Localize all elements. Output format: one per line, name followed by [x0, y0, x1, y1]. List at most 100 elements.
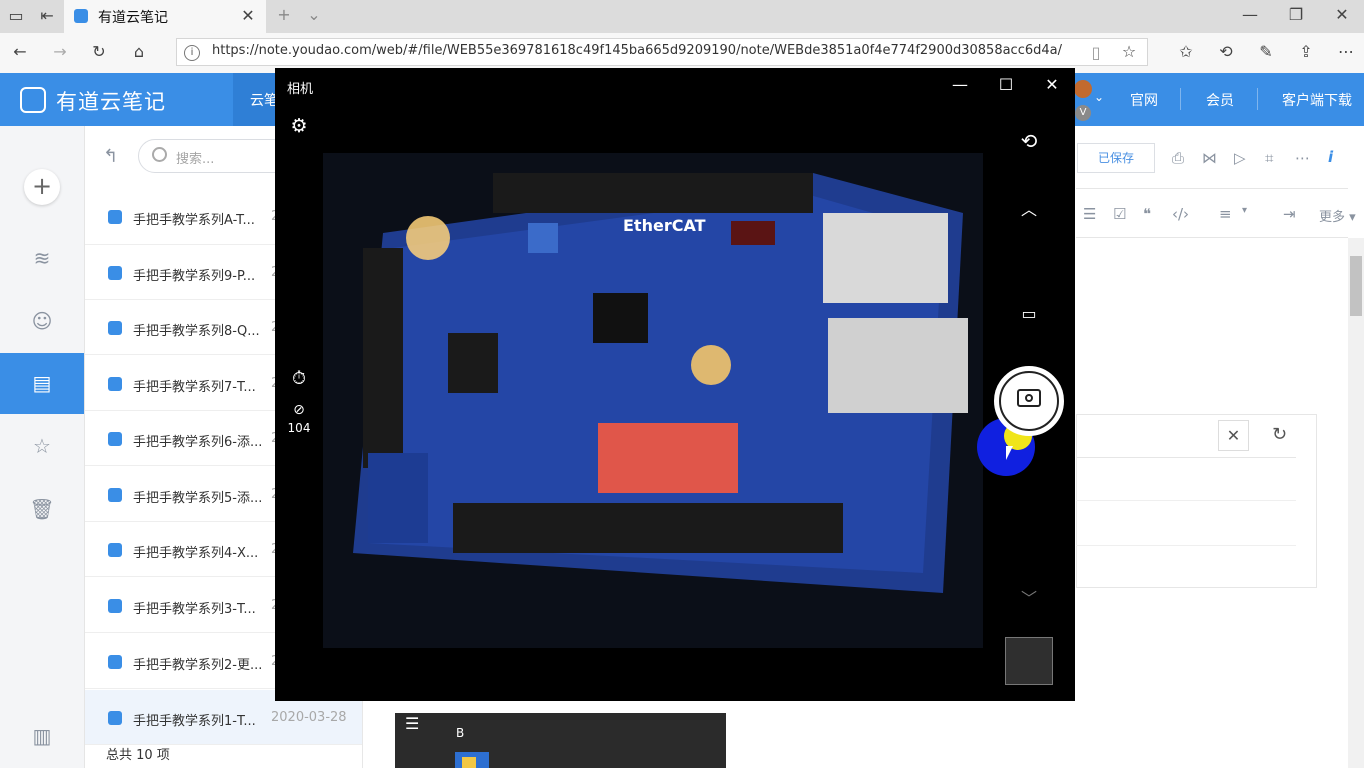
reading-view-icon[interactable]: ▯	[1084, 43, 1108, 62]
divider	[1076, 545, 1296, 546]
checkbox-icon[interactable]: ☑	[1113, 205, 1126, 223]
columns-icon[interactable]: ▥	[0, 724, 84, 748]
minimize-icon[interactable]: —	[948, 75, 972, 94]
timer-value: 104	[287, 421, 311, 435]
divider	[1257, 88, 1258, 110]
note-count: 总共 10 项	[106, 748, 170, 763]
note-icon	[108, 655, 122, 669]
divider	[1076, 457, 1296, 458]
scrollbar-thumb[interactable]	[1350, 256, 1362, 316]
chevron-down-icon[interactable]: ⌄	[1094, 90, 1104, 104]
start-menu-group-letter: B	[456, 726, 465, 740]
back-icon[interactable]: ←	[8, 42, 32, 61]
app-title: 有道云笔记	[56, 90, 166, 114]
home-icon[interactable]: ⌂	[127, 42, 151, 61]
header-link-download[interactable]: 客户端下载	[1282, 90, 1352, 110]
layers-icon[interactable]: ≋	[0, 246, 84, 270]
header-link-official[interactable]: 官网	[1130, 90, 1158, 110]
restore-icon[interactable]: ❐	[1284, 5, 1308, 24]
video-mode-icon[interactable]: ▭	[1017, 304, 1041, 323]
align-icon[interactable]: ≡	[1219, 205, 1232, 223]
camera-title: 相机	[287, 82, 314, 97]
chevron-down-icon[interactable]: ﹀	[1017, 585, 1041, 609]
avatar[interactable]	[1074, 80, 1092, 98]
info-icon[interactable]: i	[1328, 148, 1333, 166]
share-icon[interactable]: ⋈	[1202, 149, 1217, 167]
note-icon	[108, 321, 122, 335]
note-title: 手把手教学系列2-更...	[133, 658, 263, 673]
refresh-icon[interactable]: ↻	[87, 42, 111, 61]
timer-icon[interactable]: ⏱	[287, 368, 311, 389]
nav-tab-cloud-label: 云笔	[250, 93, 278, 109]
search-icon	[152, 147, 167, 162]
maximize-icon[interactable]: ☐	[994, 75, 1018, 94]
note-title: 手把手教学系列9-P...	[133, 269, 256, 284]
camera-preview: EtherCAT	[323, 153, 983, 648]
exposure-icon[interactable]: ⊘	[287, 402, 311, 418]
folder-icon: ▤	[32, 371, 52, 395]
present-icon[interactable]: ▷	[1234, 149, 1246, 167]
share-icon[interactable]: ⇪	[1294, 42, 1318, 61]
note-title: 手把手教学系列7-T...	[133, 380, 256, 395]
more-icon[interactable]: ⋯	[1334, 42, 1358, 61]
favorite-star-icon[interactable]: ☆	[1117, 42, 1141, 61]
close-window-icon[interactable]: ✕	[1330, 5, 1354, 24]
switch-camera-icon[interactable]: ⟲	[1017, 129, 1041, 153]
pcb-photo: EtherCAT	[323, 153, 983, 648]
list-icon[interactable]: ☰	[1083, 205, 1096, 223]
trash-icon[interactable]: 🗑	[0, 497, 84, 521]
note-title: 手把手教学系列3-T...	[133, 602, 256, 617]
divider	[1076, 237, 1348, 238]
settings-gear-icon[interactable]: ⚙	[287, 115, 311, 137]
note-title: 手把手教学系列1-T...	[133, 714, 256, 729]
url-text: https://note.youdao.com/web/#/file/WEB55…	[212, 43, 1062, 58]
chevron-up-icon[interactable]: ︿	[1017, 196, 1041, 220]
close-icon[interactable]: ✕	[1218, 420, 1249, 451]
note-date: 2020-03-28	[271, 710, 347, 725]
note-icon	[108, 210, 122, 224]
code-icon[interactable]: ‹/›	[1172, 205, 1189, 223]
new-note-button[interactable]: +	[24, 169, 60, 205]
more-menu-button[interactable]: 更多 ▾	[1319, 206, 1356, 225]
note-icon	[108, 488, 122, 502]
board-label: EtherCAT	[623, 216, 706, 235]
last-photo-thumbnail[interactable]	[1005, 637, 1053, 685]
refresh-icon[interactable]: ↻	[1264, 420, 1295, 451]
site-info-icon[interactable]: i	[184, 45, 200, 61]
close-tab-icon[interactable]: ✕	[236, 6, 260, 25]
back-up-icon[interactable]: ↰	[103, 146, 118, 167]
indent-icon[interactable]: ⇥	[1283, 205, 1296, 223]
shared-user-icon[interactable]: ☺	[0, 309, 84, 333]
note-icon	[108, 711, 122, 725]
saved-status: 已保存	[1077, 143, 1155, 173]
new-tab-icon[interactable]: +	[272, 5, 296, 24]
more-options-icon[interactable]: ⋯	[1295, 149, 1310, 167]
history-icon[interactable]: ⟲	[1214, 42, 1238, 61]
chevron-down-icon[interactable]: ▾	[1242, 205, 1247, 216]
forward-icon[interactable]: →	[48, 42, 72, 61]
pen-icon[interactable]: ✎	[1254, 42, 1278, 61]
minimize-icon[interactable]: —	[1238, 5, 1262, 24]
editor-scrollbar[interactable]	[1348, 238, 1364, 768]
favorites-icon[interactable]: ✩	[1174, 42, 1198, 61]
star-icon[interactable]: ☆	[0, 434, 84, 458]
tab-actions-icon[interactable]: ▭	[4, 6, 28, 25]
start-menu	[395, 713, 726, 768]
note-title: 手把手教学系列4-X...	[133, 546, 259, 561]
note-icon	[108, 377, 122, 391]
close-icon[interactable]: ✕	[1040, 75, 1064, 94]
camera-lens-icon	[1025, 394, 1033, 402]
set-aside-tabs-icon[interactable]: ⇤	[35, 6, 59, 25]
tab-list-chevron-icon[interactable]: ⌄	[302, 5, 326, 24]
note-title: 手把手教学系列6-添...	[133, 435, 263, 450]
tag-icon[interactable]: ⌗	[1265, 149, 1273, 167]
search-placeholder: 搜索...	[176, 152, 215, 167]
hamburger-icon[interactable]: ☰	[405, 714, 419, 733]
mouse-pointer-icon	[1006, 446, 1013, 460]
export-icon[interactable]: ⎙	[1172, 149, 1184, 167]
header-link-member[interactable]: 会员	[1206, 90, 1234, 110]
divider	[1180, 88, 1181, 110]
note-icon	[108, 266, 122, 280]
quote-icon[interactable]: ❝	[1143, 205, 1151, 223]
note-title: 手把手教学系列5-添...	[133, 491, 263, 506]
